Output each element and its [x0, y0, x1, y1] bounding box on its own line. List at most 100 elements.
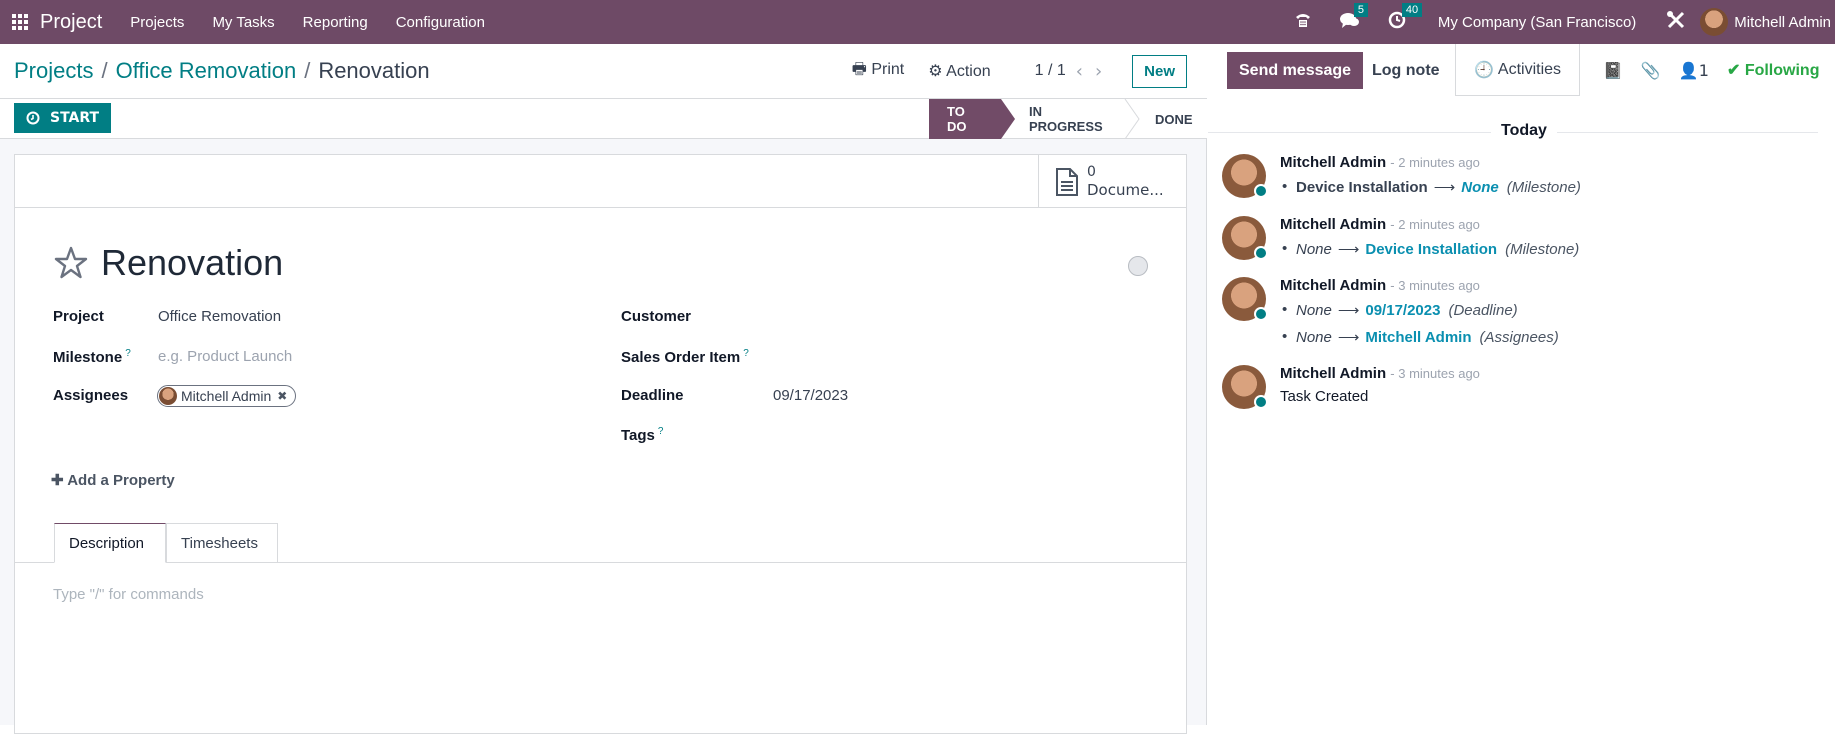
add-property-button[interactable]: ✚ Add a Property [51, 471, 175, 489]
documents-label: Docume... [1087, 181, 1164, 199]
log-note-button[interactable]: Log note [1372, 52, 1440, 89]
documents-smart-button[interactable]: 0 Docume... [1038, 155, 1186, 208]
new-value: Mitchell Admin [1365, 329, 1472, 346]
field-name: (Deadline) [1448, 302, 1518, 319]
breadcrumb-projects[interactable]: Projects [14, 58, 93, 83]
arrow-right-icon: ⟶ [1337, 302, 1360, 319]
message-body: Task Created [1280, 388, 1369, 405]
apps-grid-icon[interactable] [12, 14, 28, 30]
label: Project [53, 308, 104, 325]
arrow-right-icon: ⟶ [1433, 179, 1456, 196]
user-avatar[interactable] [1700, 8, 1729, 36]
label: Deadline [621, 387, 684, 404]
followers-count: 1 [1698, 60, 1709, 80]
message-author[interactable]: Mitchell Admin [1280, 365, 1386, 382]
old-value: None [1296, 329, 1332, 346]
new-button[interactable]: New [1132, 54, 1187, 88]
sales-order-item-label: Sales Order Item? [621, 348, 749, 366]
tracking-change: Device Installation ⟶ None (Milestone) [1282, 178, 1581, 196]
pager-value[interactable]: 1 / 1 [1035, 62, 1066, 80]
messages-icon[interactable]: 5 [1339, 2, 1369, 34]
help-tooltip-icon[interactable]: ? [658, 426, 664, 437]
chatter-actions: 📓 📎 👤1 ✔ Following [1603, 44, 1819, 96]
pager-next-icon[interactable]: › [1095, 61, 1102, 82]
tools-icon[interactable] [1666, 10, 1686, 35]
plus-icon: ✚ [51, 472, 64, 489]
menu-projects[interactable]: Projects [130, 14, 184, 31]
assignees-field[interactable]: Mitchell Admin ✖ [157, 385, 297, 409]
action-label: Action [946, 63, 991, 80]
stage-in-progress[interactable]: IN PROGRESS [1001, 99, 1133, 139]
send-message-button[interactable]: Send message [1227, 52, 1364, 89]
date-label: Today [1491, 122, 1557, 140]
old-value: None [1296, 302, 1332, 319]
document-icon [1056, 167, 1078, 196]
description-editor[interactable]: Type "/" for commands [53, 586, 204, 603]
activities-badge: 40 [1401, 2, 1423, 17]
tab-description[interactable]: Description [54, 523, 166, 563]
milestone-field-label: Milestone? [53, 348, 131, 366]
phone-icon[interactable] [1294, 11, 1312, 34]
customer-field-label: Customer [621, 308, 691, 325]
tracking-change: None ⟶ Mitchell Admin (Assignees) [1282, 328, 1559, 346]
task-name[interactable]: Renovation [101, 242, 283, 284]
menu-reporting[interactable]: Reporting [303, 14, 368, 31]
start-label: START [50, 110, 100, 126]
milestone-placeholder: e.g. Product Launch [158, 348, 293, 365]
project-field[interactable]: Office Removation [158, 308, 281, 325]
start-timer-button[interactable]: START [14, 103, 112, 133]
stage-separator [1124, 99, 1140, 139]
stage-done[interactable]: DONE [1133, 99, 1207, 139]
message-time: - 2 minutes ago [1390, 155, 1480, 170]
message-author[interactable]: Mitchell Admin [1280, 154, 1386, 171]
notebook-tabs: Description Timesheets [15, 523, 1186, 563]
assignee-tag: Mitchell Admin ✖ [157, 385, 297, 407]
action-button[interactable]: ⚙ Action [928, 61, 990, 81]
star-icon[interactable] [53, 245, 89, 281]
kanban-state-toggle[interactable] [1128, 256, 1148, 276]
button-box: 0 Docume... [15, 155, 1186, 208]
messages-badge: 5 [1353, 2, 1369, 17]
printer-icon: 🖶 [851, 60, 867, 78]
app-name[interactable]: Project [40, 11, 102, 34]
form-sheet: 0 Docume... Renovation Project Office Re… [14, 154, 1187, 734]
stage-to-do[interactable]: TO DO [929, 99, 1015, 139]
print-button[interactable]: 🖶 Print [852, 58, 904, 85]
assignees-field-label: Assignees [53, 387, 128, 404]
user-menu[interactable]: Mitchell Admin [1734, 14, 1831, 31]
message-time: - 3 minutes ago [1390, 366, 1480, 381]
arrow-right-icon: ⟶ [1337, 329, 1360, 346]
knowledge-book-icon[interactable]: 📓 [1603, 61, 1623, 80]
gear-icon: ⚙ [928, 63, 943, 80]
message-author[interactable]: Mitchell Admin [1280, 277, 1386, 294]
help-tooltip-icon[interactable]: ? [125, 348, 131, 359]
milestone-input[interactable]: e.g. Product Launch [158, 348, 292, 365]
company-switcher[interactable]: My Company (San Francisco) [1438, 14, 1636, 31]
deadline-field[interactable]: 09/17/2023 [773, 387, 848, 404]
menu-configuration[interactable]: Configuration [396, 14, 485, 31]
breadcrumb-office-removation[interactable]: Office Removation [116, 58, 297, 83]
menu-my-tasks[interactable]: My Tasks [212, 14, 274, 31]
pager-previous-icon[interactable]: ‹ [1076, 61, 1083, 82]
online-status-icon [1254, 246, 1268, 260]
project-value: Office Removation [158, 308, 282, 325]
deadline-value: 09/17/2023 [773, 387, 849, 404]
assignee-avatar [159, 387, 177, 405]
activities-clock-icon[interactable]: 40 [1388, 2, 1423, 34]
message-author[interactable]: Mitchell Admin [1280, 216, 1386, 233]
paperclip-icon[interactable]: 📎 [1641, 61, 1661, 80]
activities-button[interactable]: 🕘 Activities [1455, 44, 1580, 96]
message-time: - 2 minutes ago [1390, 217, 1480, 232]
new-value: 09/17/2023 [1365, 302, 1441, 319]
online-status-icon [1254, 395, 1268, 409]
following-button[interactable]: ✔ Following [1727, 60, 1820, 80]
assignee-name: Mitchell Admin [181, 388, 272, 404]
remove-tag-icon[interactable]: ✖ [277, 389, 287, 403]
label: Assignees [53, 387, 129, 404]
followers-button[interactable]: 👤1 [1679, 61, 1709, 80]
tab-timesheets[interactable]: Timesheets [166, 523, 278, 563]
help-tooltip-icon[interactable]: ? [743, 348, 749, 359]
arrow-right-icon: ⟶ [1337, 241, 1360, 258]
task-title: Renovation [53, 242, 283, 284]
breadcrumb-current: Renovation [318, 58, 430, 83]
